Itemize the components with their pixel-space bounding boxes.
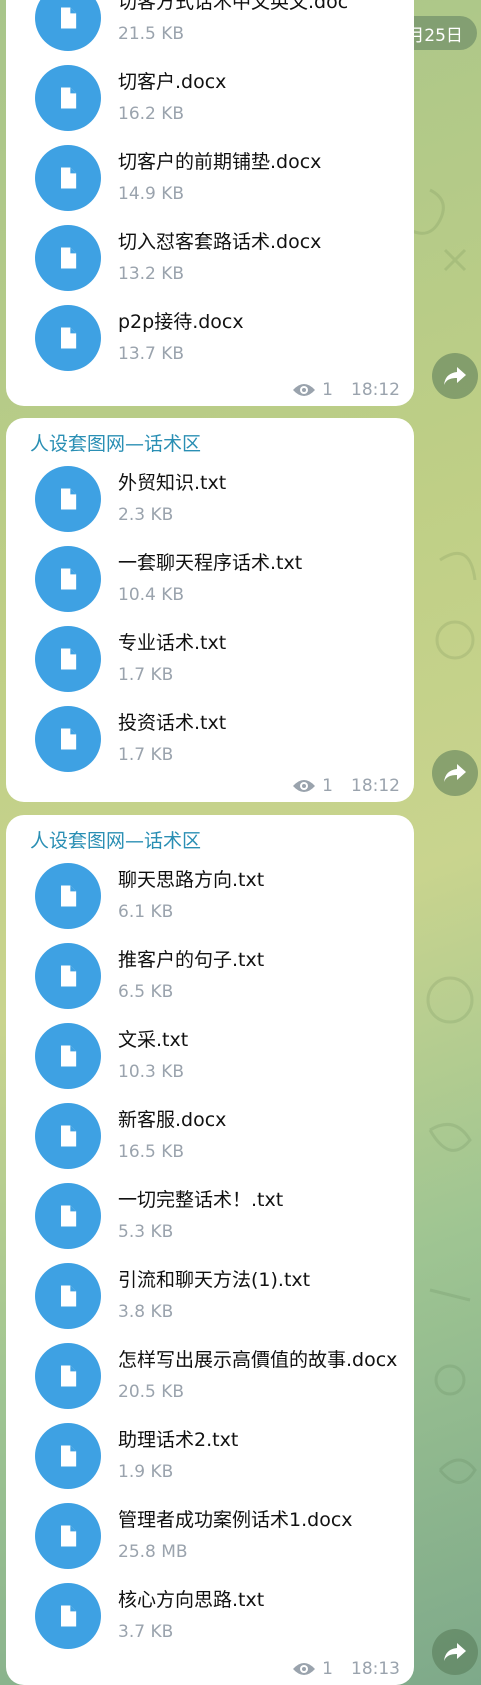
- file-icon[interactable]: [35, 1183, 101, 1249]
- file-size: 16.5 KB: [118, 1142, 185, 1162]
- file-size: 21.5 KB: [118, 24, 185, 44]
- channel-name[interactable]: 人设套图网—话术区: [20, 418, 400, 459]
- message-time: 18:13: [351, 1659, 400, 1679]
- file-name: p2p接待.docx: [118, 311, 244, 333]
- message-bubble: 人设套图网—话术区 外贸知识.txt 2.3 KB 一套聊天程序话术.txt 1…: [6, 418, 414, 802]
- file-icon[interactable]: [35, 225, 101, 291]
- file-size: 3.7 KB: [118, 1622, 174, 1642]
- message-meta: 1 18:12: [292, 776, 400, 796]
- file-size: 25.8 MB: [118, 1542, 188, 1562]
- file-size: 1.7 KB: [118, 745, 174, 765]
- file-size: 10.4 KB: [118, 585, 185, 605]
- file-size: 1.7 KB: [118, 665, 174, 685]
- file-name: 怎样写出展示高價值的故事.docx: [118, 1349, 398, 1371]
- file-item[interactable]: 一套聊天程序话术.txt 10.4 KB: [20, 539, 400, 619]
- file-name: 切客方式话术中文英文.doc: [118, 0, 349, 13]
- file-icon[interactable]: [35, 145, 101, 211]
- file-icon[interactable]: [35, 546, 101, 612]
- eye-icon: [292, 778, 316, 794]
- file-icon[interactable]: [35, 1583, 101, 1649]
- file-size: 1.9 KB: [118, 1462, 174, 1482]
- file-icon[interactable]: [35, 1023, 101, 1089]
- file-name: 一切完整话术！.txt: [118, 1189, 284, 1211]
- file-icon[interactable]: [35, 706, 101, 772]
- share-button[interactable]: [432, 750, 478, 796]
- file-size: 13.2 KB: [118, 264, 185, 284]
- share-button[interactable]: [432, 353, 478, 399]
- file-icon[interactable]: [35, 1503, 101, 1569]
- file-item[interactable]: 一切完整话术！.txt 5.3 KB: [20, 1176, 400, 1256]
- message-time: 18:12: [351, 380, 400, 400]
- share-arrow-icon: [444, 764, 466, 782]
- file-name: 核心方向思路.txt: [118, 1589, 265, 1611]
- file-item[interactable]: 怎样写出展示高價值的故事.docx 20.5 KB: [20, 1336, 400, 1416]
- file-item[interactable]: 核心方向思路.txt 3.7 KB: [20, 1576, 400, 1656]
- file-item[interactable]: 切客户的前期铺垫.docx 14.9 KB: [20, 138, 400, 218]
- file-item[interactable]: 外贸知识.txt 2.3 KB: [20, 459, 400, 539]
- eye-icon: [292, 1661, 316, 1677]
- message-meta: 1 18:12: [292, 380, 400, 400]
- file-name: 推客户的句子.txt: [118, 949, 265, 971]
- file-name: 切客户的前期铺垫.docx: [118, 151, 322, 173]
- file-item[interactable]: 切客户.docx 16.2 KB: [20, 58, 400, 138]
- file-size: 6.1 KB: [118, 902, 174, 922]
- view-count: 1: [322, 776, 333, 796]
- channel-name[interactable]: 人设套图网—话术区: [20, 815, 400, 856]
- share-arrow-icon: [444, 367, 466, 385]
- file-item[interactable]: 切入怼客套路话术.docx 13.2 KB: [20, 218, 400, 298]
- file-icon[interactable]: [35, 466, 101, 532]
- file-item[interactable]: 文采.txt 10.3 KB: [20, 1016, 400, 1096]
- file-size: 10.3 KB: [118, 1062, 185, 1082]
- file-item[interactable]: 专业话术.txt 1.7 KB: [20, 619, 400, 699]
- view-count: 1: [322, 1659, 333, 1679]
- file-icon[interactable]: [35, 1343, 101, 1409]
- file-item[interactable]: 管理者成功案例话术1.docx 25.8 MB: [20, 1496, 400, 1576]
- file-icon[interactable]: [35, 1263, 101, 1329]
- file-item[interactable]: 助理话术2.txt 1.9 KB: [20, 1416, 400, 1496]
- file-size: 13.7 KB: [118, 344, 185, 364]
- file-name: 聊天思路方向.txt: [118, 869, 265, 891]
- file-icon[interactable]: [35, 65, 101, 131]
- file-size: 3.8 KB: [118, 1302, 174, 1322]
- file-icon[interactable]: [35, 1423, 101, 1489]
- file-name: 切客户.docx: [118, 71, 227, 93]
- share-arrow-icon: [444, 1643, 466, 1661]
- file-item[interactable]: 推客户的句子.txt 6.5 KB: [20, 936, 400, 1016]
- file-item[interactable]: 切客方式话术中文英文.doc 21.5 KB: [20, 0, 400, 58]
- file-icon[interactable]: [35, 1103, 101, 1169]
- file-item[interactable]: 新客服.docx 16.5 KB: [20, 1096, 400, 1176]
- file-name: 新客服.docx: [118, 1109, 227, 1131]
- file-name: 一套聊天程序话术.txt: [118, 552, 303, 574]
- file-item[interactable]: 投资话术.txt 1.7 KB: [20, 699, 400, 779]
- file-icon[interactable]: [35, 0, 101, 51]
- file-icon[interactable]: [35, 863, 101, 929]
- file-size: 16.2 KB: [118, 104, 185, 124]
- file-size: 2.3 KB: [118, 505, 174, 525]
- share-button[interactable]: [432, 1629, 478, 1675]
- file-item[interactable]: 聊天思路方向.txt 6.1 KB: [20, 856, 400, 936]
- file-name: 引流和聊天方法(1).txt: [118, 1269, 311, 1291]
- file-name: 专业话术.txt: [118, 632, 227, 654]
- eye-icon: [292, 382, 316, 398]
- file-icon[interactable]: [35, 626, 101, 692]
- message-bubble: 人设套图网—话术区 聊天思路方向.txt 6.1 KB 推客户的句子.txt 6…: [6, 815, 414, 1685]
- file-name: 管理者成功案例话术1.docx: [118, 1509, 353, 1531]
- message-time: 18:12: [351, 776, 400, 796]
- file-name: 切入怼客套路话术.docx: [118, 231, 322, 253]
- file-size: 5.3 KB: [118, 1222, 174, 1242]
- file-icon[interactable]: [35, 943, 101, 1009]
- message-meta: 1 18:13: [292, 1659, 400, 1679]
- view-count: 1: [322, 380, 333, 400]
- file-name: 外贸知识.txt: [118, 472, 227, 494]
- file-size: 14.9 KB: [118, 184, 185, 204]
- file-name: 文采.txt: [118, 1029, 189, 1051]
- file-item[interactable]: p2p接待.docx 13.7 KB: [20, 298, 400, 378]
- file-size: 20.5 KB: [118, 1382, 185, 1402]
- file-item[interactable]: 引流和聊天方法(1).txt 3.8 KB: [20, 1256, 400, 1336]
- message-bubble: 切客方式话术中文英文.doc 21.5 KB 切客户.docx 16.2 KB …: [6, 0, 414, 406]
- file-name: 投资话术.txt: [118, 712, 227, 734]
- file-size: 6.5 KB: [118, 982, 174, 1002]
- file-icon[interactable]: [35, 305, 101, 371]
- file-name: 助理话术2.txt: [118, 1429, 239, 1451]
